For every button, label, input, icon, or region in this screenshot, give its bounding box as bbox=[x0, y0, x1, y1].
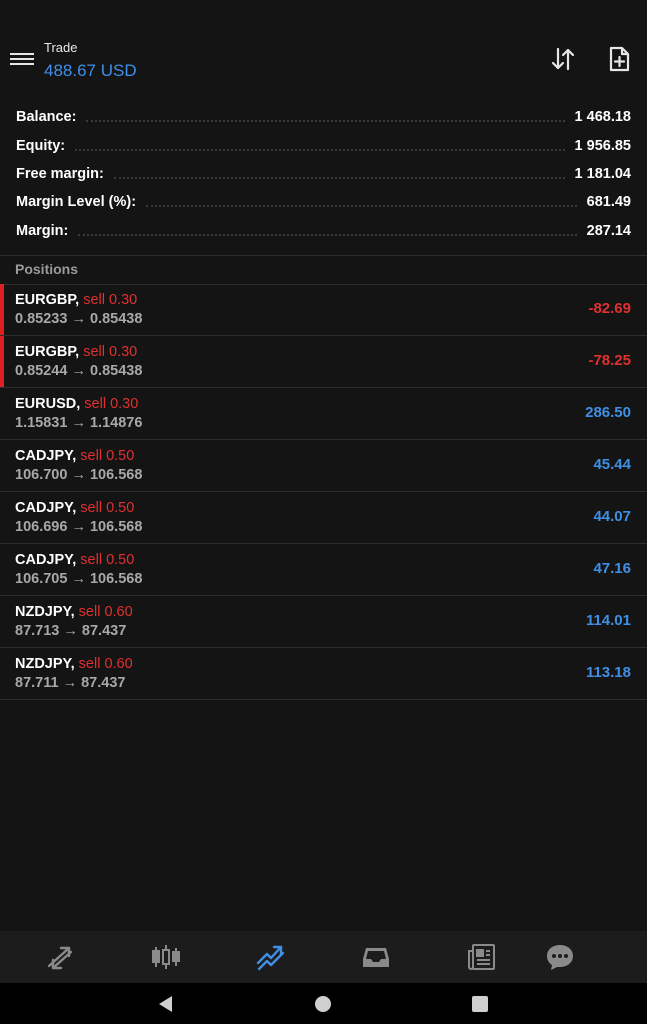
app-header: Trade 488.67 USD bbox=[0, 0, 647, 100]
account-row-margin: Margin: 287.14 bbox=[0, 217, 647, 245]
system-nav-bar bbox=[0, 983, 647, 1024]
position-profit: 45.44 bbox=[593, 456, 631, 473]
position-title: NZDJPY, sell 0.60 bbox=[15, 656, 133, 672]
position-side: sell 0.60 bbox=[78, 656, 133, 672]
account-value: 287.14 bbox=[586, 222, 631, 239]
position-side: sell 0.50 bbox=[80, 552, 135, 568]
page-title: Trade bbox=[44, 40, 78, 55]
position-prices: 1.15831 → 1.14876 bbox=[15, 415, 143, 431]
position-title: CADJPY, sell 0.50 bbox=[15, 448, 134, 464]
position-profit: 114.01 bbox=[585, 612, 631, 629]
account-row-equity: Equity: 1 956.85 bbox=[0, 131, 647, 159]
account-label: Equity: bbox=[16, 137, 66, 154]
position-row[interactable]: NZDJPY, sell 0.60 87.713 → 87.437 114.01 bbox=[0, 596, 647, 648]
account-value: 1 181.04 bbox=[574, 165, 631, 182]
home-icon[interactable] bbox=[312, 993, 334, 1015]
position-side: sell 0.60 bbox=[78, 604, 133, 620]
position-prices: 106.705 → 106.568 bbox=[15, 571, 143, 587]
position-row[interactable]: CADJPY, sell 0.50 106.705 → 106.568 47.1… bbox=[0, 544, 647, 596]
account-label: Free margin: bbox=[16, 165, 104, 182]
position-title: EURGBP, sell 0.30 bbox=[15, 344, 137, 360]
chart-candles-icon[interactable] bbox=[150, 941, 182, 973]
position-profit: 113.18 bbox=[585, 664, 631, 681]
position-prices: 106.700 → 106.568 bbox=[15, 467, 143, 483]
position-prices: 0.85233 → 0.85438 bbox=[15, 311, 143, 327]
account-row-margin-level: Margin Level (%): 681.49 bbox=[0, 188, 647, 216]
position-profit: -78.25 bbox=[588, 352, 631, 369]
dotted-leader bbox=[78, 233, 577, 236]
menu-icon[interactable] bbox=[10, 50, 34, 70]
positions-heading: Positions bbox=[15, 261, 79, 277]
position-row[interactable]: EURGBP, sell 0.30 0.85244 → 0.85438 -78.… bbox=[0, 336, 647, 388]
position-row[interactable]: EURGBP, sell 0.30 0.85233 → 0.85438 -82.… bbox=[0, 284, 647, 336]
position-title: EURUSD, sell 0.30 bbox=[15, 396, 138, 412]
chat-icon[interactable] bbox=[544, 941, 576, 973]
history-inbox-icon[interactable] bbox=[360, 941, 392, 973]
position-profit: -82.69 bbox=[588, 300, 631, 317]
position-side: sell 0.30 bbox=[83, 344, 138, 360]
position-side: sell 0.50 bbox=[80, 448, 135, 464]
account-summary: Balance: 1 468.18 Equity: 1 956.85 Free … bbox=[0, 103, 647, 245]
account-label: Margin: bbox=[16, 222, 69, 239]
position-row[interactable]: CADJPY, sell 0.50 106.696 → 106.568 44.0… bbox=[0, 492, 647, 544]
position-row[interactable]: CADJPY, sell 0.50 106.700 → 106.568 45.4… bbox=[0, 440, 647, 492]
account-value: 1 956.85 bbox=[574, 137, 631, 154]
position-symbol: NZDJPY, bbox=[15, 604, 75, 620]
title-block: Trade 488.67 USD bbox=[44, 40, 137, 81]
position-profit: 47.16 bbox=[593, 560, 631, 577]
dotted-leader bbox=[146, 205, 577, 208]
new-document-icon[interactable] bbox=[604, 44, 634, 74]
account-value: 681.49 bbox=[586, 194, 631, 211]
dotted-leader bbox=[113, 176, 565, 179]
position-symbol: CADJPY, bbox=[15, 552, 77, 568]
account-label: Balance: bbox=[16, 109, 77, 126]
position-symbol: EURGBP, bbox=[15, 344, 80, 360]
position-title: CADJPY, sell 0.50 bbox=[15, 552, 134, 568]
quotes-arrows-icon[interactable] bbox=[44, 941, 76, 973]
account-row-balance: Balance: 1 468.18 bbox=[0, 103, 647, 131]
position-symbol: NZDJPY, bbox=[15, 656, 75, 672]
position-side: sell 0.50 bbox=[80, 500, 135, 516]
position-symbol: EURGBP, bbox=[15, 292, 80, 308]
balance-subtitle: 488.67 USD bbox=[44, 61, 137, 80]
back-icon[interactable] bbox=[155, 993, 177, 1015]
position-prices: 0.85244 → 0.85438 bbox=[15, 363, 143, 379]
position-title: NZDJPY, sell 0.60 bbox=[15, 604, 133, 620]
position-side: sell 0.30 bbox=[84, 396, 139, 412]
dotted-leader bbox=[75, 148, 565, 151]
positions-section-header: Positions bbox=[0, 255, 647, 285]
position-title: CADJPY, sell 0.50 bbox=[15, 500, 134, 516]
position-side: sell 0.30 bbox=[83, 292, 138, 308]
position-symbol: CADJPY, bbox=[15, 500, 77, 516]
trade-icon[interactable] bbox=[255, 941, 287, 973]
account-label: Margin Level (%): bbox=[16, 194, 137, 211]
recents-icon[interactable] bbox=[469, 993, 491, 1015]
position-prices: 87.711 → 87.437 bbox=[15, 675, 126, 691]
positions-list: EURGBP, sell 0.30 0.85233 → 0.85438 -82.… bbox=[0, 284, 647, 700]
sort-arrows-icon[interactable] bbox=[548, 44, 578, 74]
account-value: 1 468.18 bbox=[574, 109, 631, 126]
position-symbol: EURUSD, bbox=[15, 396, 81, 412]
news-icon[interactable] bbox=[466, 941, 498, 973]
bottom-nav bbox=[0, 931, 647, 983]
dotted-leader bbox=[86, 120, 565, 123]
position-symbol: CADJPY, bbox=[15, 448, 77, 464]
position-title: EURGBP, sell 0.30 bbox=[15, 292, 137, 308]
position-prices: 87.713 → 87.437 bbox=[15, 623, 127, 639]
position-prices: 106.696 → 106.568 bbox=[15, 519, 143, 535]
position-profit: 44.07 bbox=[593, 508, 631, 525]
account-row-free-margin: Free margin: 1 181.04 bbox=[0, 160, 647, 188]
position-row[interactable]: EURUSD, sell 0.30 1.15831 → 1.14876 286.… bbox=[0, 388, 647, 440]
position-profit: 286.50 bbox=[585, 404, 631, 421]
position-row[interactable]: NZDJPY, sell 0.60 87.711 → 87.437 113.18 bbox=[0, 648, 647, 700]
